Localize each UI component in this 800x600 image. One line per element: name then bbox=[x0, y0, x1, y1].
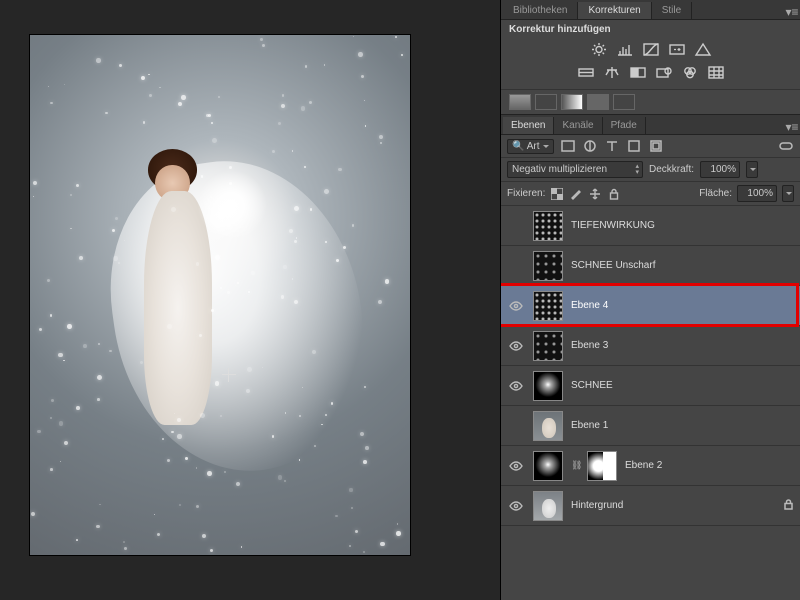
tab-adjustments[interactable]: Korrekturen bbox=[578, 2, 651, 19]
preset-thumb[interactable] bbox=[509, 94, 531, 110]
side-panels: Bibliotheken Korrekturen Stile ▾≡ Korrek… bbox=[500, 0, 800, 600]
lock-pixels-icon[interactable] bbox=[569, 187, 583, 201]
visibility-toggle-icon[interactable] bbox=[508, 338, 524, 354]
layers-tab-row: Ebenen Kanäle Pfade ▾≡ bbox=[501, 115, 800, 135]
opacity-label: Deckkraft: bbox=[649, 164, 694, 175]
visibility-toggle-icon[interactable] bbox=[508, 298, 524, 314]
layer-thumbnail[interactable] bbox=[533, 291, 563, 321]
layer-row[interactable]: SCHNEE bbox=[501, 366, 800, 406]
layer-thumbnail[interactable] bbox=[533, 411, 563, 441]
channel-mixer-icon[interactable] bbox=[680, 64, 700, 81]
adjustments-heading: Korrektur hinzufügen bbox=[501, 20, 800, 39]
lock-row: Fixieren: Fläche: 100% bbox=[501, 182, 800, 206]
layer-thumbnail[interactable] bbox=[533, 371, 563, 401]
preset-thumb[interactable] bbox=[587, 94, 609, 110]
visibility-toggle-icon[interactable] bbox=[508, 458, 524, 474]
layer-thumbnail[interactable] bbox=[533, 251, 563, 281]
light-flare bbox=[197, 170, 267, 240]
filter-pixel-icon[interactable] bbox=[560, 138, 576, 154]
fill-stepper[interactable] bbox=[782, 185, 794, 202]
canvas-area[interactable] bbox=[0, 0, 500, 600]
layer-filter-toolbar: 🔍 Art bbox=[501, 135, 800, 158]
tab-styles[interactable]: Stile bbox=[652, 2, 692, 19]
layer-thumbnail[interactable] bbox=[533, 211, 563, 241]
visibility-toggle-icon[interactable] bbox=[508, 498, 524, 514]
layer-row[interactable]: Ebene 3 bbox=[501, 326, 800, 366]
filter-adjust-icon[interactable] bbox=[582, 138, 598, 154]
blend-mode-row: Negativ multiplizieren▴▾ Deckkraft: 100% bbox=[501, 158, 800, 182]
layer-filter-label: Art bbox=[527, 141, 540, 152]
layer-name-label[interactable]: SCHNEE bbox=[571, 380, 613, 391]
filter-smart-icon[interactable] bbox=[648, 138, 664, 154]
app-root: Bibliotheken Korrekturen Stile ▾≡ Korrek… bbox=[0, 0, 800, 600]
adjustments-row-2 bbox=[501, 62, 800, 89]
mask-link-icon[interactable]: ⛓ bbox=[571, 460, 579, 471]
color-lookup-icon[interactable] bbox=[706, 64, 726, 81]
canvas-image[interactable] bbox=[30, 35, 410, 555]
lock-transparency-icon[interactable] bbox=[550, 187, 564, 201]
preset-thumb[interactable] bbox=[561, 94, 583, 110]
layer-thumbnail[interactable] bbox=[533, 451, 563, 481]
layer-name-label[interactable]: Ebene 4 bbox=[571, 300, 608, 311]
filter-shape-icon[interactable] bbox=[626, 138, 642, 154]
brightness-icon[interactable] bbox=[589, 41, 609, 58]
layer-row[interactable]: ⛓ Ebene 2 bbox=[501, 446, 800, 486]
lock-all-icon[interactable] bbox=[607, 187, 621, 201]
layer-thumbnail[interactable] bbox=[533, 331, 563, 361]
tab-channels[interactable]: Kanäle bbox=[554, 117, 602, 134]
figure-body bbox=[144, 191, 212, 425]
tab-paths[interactable]: Pfade bbox=[603, 117, 646, 134]
layer-name-label[interactable]: Ebene 3 bbox=[571, 340, 608, 351]
layer-row[interactable]: Ebene 1 bbox=[501, 406, 800, 446]
tab-layers[interactable]: Ebenen bbox=[503, 117, 554, 134]
layer-list[interactable]: TIEFENWIRKUNG SCHNEE Unscharf Ebene 4 Ebene… bbox=[501, 206, 800, 600]
layer-name-label[interactable]: Hintergrund bbox=[571, 500, 623, 511]
curves-icon[interactable] bbox=[641, 41, 661, 58]
vibrance-icon[interactable] bbox=[693, 41, 713, 58]
lock-label: Fixieren: bbox=[507, 188, 545, 199]
adjustments-row-1 bbox=[501, 39, 800, 62]
fill-input[interactable]: 100% bbox=[737, 185, 777, 202]
opacity-input[interactable]: 100% bbox=[700, 161, 740, 178]
opacity-stepper[interactable] bbox=[746, 161, 758, 178]
levels-icon[interactable] bbox=[615, 41, 635, 58]
layers-panel-menu-icon[interactable]: ▾≡ bbox=[784, 120, 800, 134]
visibility-toggle-icon[interactable] bbox=[508, 418, 524, 434]
preset-thumb[interactable] bbox=[535, 94, 557, 110]
visibility-toggle-icon[interactable] bbox=[508, 258, 524, 274]
filter-type-icon[interactable] bbox=[604, 138, 620, 154]
filter-toggle-icon[interactable] bbox=[778, 138, 794, 154]
lock-position-icon[interactable] bbox=[588, 187, 602, 201]
fill-label: Fläche: bbox=[699, 188, 732, 199]
photo-filter-icon[interactable] bbox=[654, 64, 674, 81]
preset-thumb[interactable] bbox=[613, 94, 635, 110]
layer-row[interactable]: Hintergrund bbox=[501, 486, 800, 526]
layer-mask-thumbnail[interactable] bbox=[587, 451, 617, 481]
blend-mode-select[interactable]: Negativ multiplizieren▴▾ bbox=[507, 161, 643, 178]
visibility-toggle-icon[interactable] bbox=[508, 378, 524, 394]
layer-name-label[interactable]: Ebene 1 bbox=[571, 420, 608, 431]
exposure-icon[interactable] bbox=[667, 41, 687, 58]
lock-icon bbox=[783, 499, 794, 513]
panel-tab-row: Bibliotheken Korrekturen Stile ▾≡ bbox=[501, 0, 800, 20]
layer-name-label[interactable]: SCHNEE Unscharf bbox=[571, 260, 655, 271]
visibility-toggle-icon[interactable] bbox=[508, 218, 524, 234]
color-balance-icon[interactable] bbox=[602, 64, 622, 81]
preset-strip bbox=[501, 89, 800, 115]
tab-libraries[interactable]: Bibliotheken bbox=[503, 2, 578, 19]
layer-row[interactable]: TIEFENWIRKUNG bbox=[501, 206, 800, 246]
layer-name-label[interactable]: TIEFENWIRKUNG bbox=[571, 220, 655, 231]
blend-mode-value: Negativ multiplizieren bbox=[512, 164, 607, 175]
layer-filter-select[interactable]: 🔍 Art bbox=[507, 139, 554, 154]
layer-name-label[interactable]: Ebene 2 bbox=[625, 460, 662, 471]
layer-row[interactable]: Ebene 4 bbox=[501, 286, 800, 326]
layer-row[interactable]: SCHNEE Unscharf bbox=[501, 246, 800, 286]
hue-icon[interactable] bbox=[576, 64, 596, 81]
layer-thumbnail[interactable] bbox=[533, 491, 563, 521]
bw-icon[interactable] bbox=[628, 64, 648, 81]
panel-menu-icon[interactable]: ▾≡ bbox=[784, 5, 800, 19]
